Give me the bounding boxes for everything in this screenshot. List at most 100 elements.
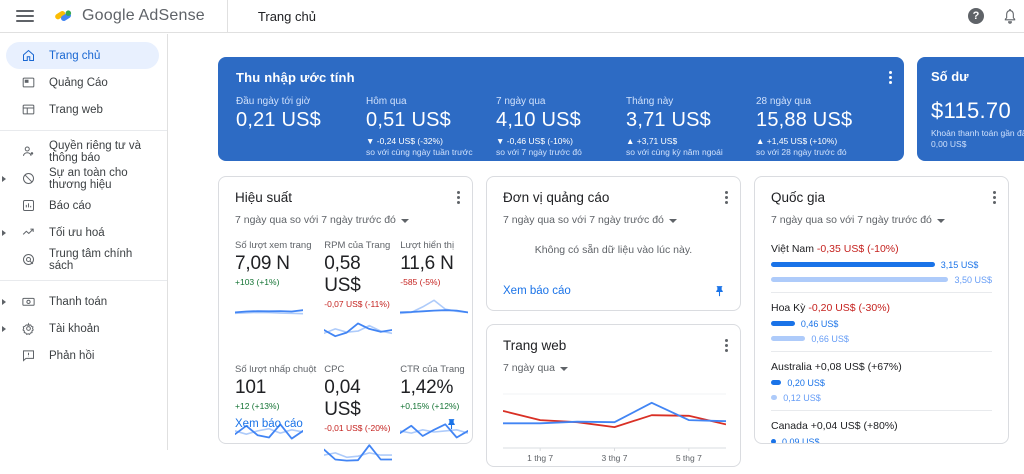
- country-current-value: 0,09 US$: [782, 437, 820, 445]
- ad-units-card: Đơn vị quảng cáo 7 ngày qua so với 7 ngà…: [486, 176, 741, 311]
- country-name-and-change: Việt Nam -0,35 US$ (-10%): [771, 243, 992, 255]
- sidebar-nav: Trang chủ Quảng Cáo Trang web Quyền riêng t…: [0, 34, 168, 450]
- sidebar-item-0[interactable]: Trang chủ: [6, 42, 159, 69]
- pin-icon[interactable]: [445, 418, 458, 431]
- menu-hamburger-icon[interactable]: [16, 10, 34, 22]
- earnings-period-4: 28 ngày qua15,88 US$▲ +1,45 US$ (+10%)so…: [756, 96, 886, 157]
- country-name-and-change: Australia +0,08 US$ (+67%): [771, 361, 992, 373]
- metric-value: 11,6 N: [400, 253, 468, 275]
- ad-units-range-select[interactable]: 7 ngày qua so với 7 ngày trước đó: [503, 214, 677, 226]
- countries-card-title: Quốc gia: [771, 190, 992, 205]
- sidebar-item-label: Trang web: [49, 104, 103, 116]
- ad-units-view-report-link[interactable]: Xem báo cáo: [503, 285, 571, 297]
- country-current-value: 0,46 US$: [801, 319, 839, 329]
- earnings-period-change: ▼ -0,24 US$ (-32%): [366, 136, 496, 146]
- sidebar-item-8[interactable]: Thanh toán: [6, 288, 159, 315]
- sidebar-item-7[interactable]: Trung tâm chính sách: [6, 246, 159, 273]
- brand-safety-icon: [20, 171, 36, 187]
- sidebar-item-6[interactable]: Tối ưu hoá: [6, 219, 159, 246]
- ad-units-empty-message: Không có sẵn dữ liệu vào lúc này.: [503, 244, 724, 256]
- sidebar-item-label: Tài khoản: [49, 323, 100, 335]
- earnings-period-compare: so với cùng kỳ năm ngoái: [626, 147, 756, 157]
- sidebar-divider: [0, 130, 167, 131]
- sites-card-title: Trang web: [503, 338, 724, 353]
- sidebar-item-5[interactable]: Báo cáo: [6, 192, 159, 219]
- earnings-period-compare: so với cùng ngày tuần trước: [366, 147, 496, 157]
- sidebar-item-2[interactable]: Trang web: [6, 96, 159, 123]
- earnings-period-label: Hôm qua: [366, 96, 496, 107]
- optimization-icon: [20, 225, 36, 241]
- performance-view-report-link[interactable]: Xem báo cáo: [235, 418, 303, 430]
- earnings-period-value: 3,71 US$: [626, 109, 756, 132]
- country-current-bar: 0,46 US$: [771, 318, 992, 329]
- earnings-overflow-menu-icon[interactable]: [889, 69, 892, 86]
- performance-metric-1: RPM của Trang0,58 US$-0,07 US$ (-11%): [324, 240, 392, 350]
- country-change: +0,08 US$ (+67%): [815, 361, 902, 373]
- metric-sparkline-chart: [324, 439, 392, 469]
- country-change: +0,04 US$ (+80%): [811, 420, 898, 432]
- countries-card: Quốc gia 7 ngày qua so với 7 ngày trước …: [754, 176, 1009, 444]
- adsense-logo[interactable]: Google AdSense: [52, 6, 205, 26]
- metric-change: +103 (+1%): [235, 277, 316, 287]
- sidebar-item-label: Phản hồi: [49, 350, 94, 362]
- metric-label: RPM của Trang: [324, 240, 392, 251]
- svg-text:3 thg 7: 3 thg 7: [602, 453, 628, 463]
- expand-arrow-icon[interactable]: [2, 176, 6, 182]
- countries-range-select[interactable]: 7 ngày qua so với 7 ngày trước đó: [771, 214, 945, 226]
- expand-arrow-icon[interactable]: [2, 230, 6, 236]
- sidebar-divider: [0, 280, 167, 281]
- performance-card: Hiệu suất 7 ngày qua so với 7 ngày trước…: [218, 176, 473, 444]
- balance-value: $115.70: [931, 98, 1024, 124]
- country-name-and-change: Hoa Kỳ -0,20 US$ (-30%): [771, 302, 992, 314]
- country-previous-value: 0,66 US$: [811, 334, 849, 344]
- performance-overflow-menu-icon[interactable]: [457, 189, 460, 206]
- sites-overflow-menu-icon[interactable]: [725, 337, 728, 354]
- country-row-3: Canada +0,04 US$ (+80%)0,09 US$0,05 US$: [771, 411, 992, 444]
- performance-range-select[interactable]: 7 ngày qua so với 7 ngày trước đó: [235, 214, 409, 226]
- earnings-period-value: 0,21 US$: [236, 109, 366, 132]
- country-current-bar: 0,09 US$: [771, 436, 992, 444]
- notifications-bell-icon[interactable]: [1002, 8, 1018, 25]
- earnings-period-3: Tháng này3,71 US$▲ +3,71 US$so với cùng …: [626, 96, 756, 157]
- sidebar-item-1[interactable]: Quảng Cáo: [6, 69, 159, 96]
- earnings-period-compare: so với 28 ngày trước đó: [756, 147, 886, 157]
- home-icon: [20, 48, 36, 64]
- metric-label: Lượt hiển thị: [400, 240, 468, 251]
- earnings-period-2: 7 ngày qua4,10 US$▼ -0,46 US$ (-10%)so v…: [496, 96, 626, 157]
- countries-range-label: 7 ngày qua so với 7 ngày trước đó: [771, 214, 932, 226]
- policy-icon: [20, 252, 36, 268]
- feedback-icon: [20, 348, 36, 364]
- ad-units-range-label: 7 ngày qua so với 7 ngày trước đó: [503, 214, 664, 226]
- sidebar-item-10[interactable]: Phản hồi: [6, 342, 159, 369]
- earnings-card-title: Thu nhập ước tính: [236, 70, 886, 85]
- logo-text: Google AdSense: [82, 7, 205, 25]
- countries-overflow-menu-icon[interactable]: [993, 189, 996, 206]
- sidebar-item-9[interactable]: Tài khoản: [6, 315, 159, 342]
- sidebar-item-label: Báo cáo: [49, 200, 91, 212]
- sidebar-item-label: Sự an toàn cho thương hiệu: [49, 167, 159, 191]
- earnings-period-compare: so với 7 ngày trước đó: [496, 147, 626, 157]
- country-change: -0,35 US$ (-10%): [817, 243, 899, 255]
- help-icon[interactable]: ?: [968, 8, 984, 24]
- sidebar-item-4[interactable]: Sự an toàn cho thương hiệu: [6, 165, 159, 192]
- main-content: Thu nhập ước tính Đầu ngày tới giờ0,21 U…: [169, 34, 1024, 450]
- country-previous-value: 0,12 US$: [783, 393, 821, 403]
- country-name: Hoa Kỳ: [771, 302, 805, 314]
- expand-arrow-icon[interactable]: [2, 299, 6, 305]
- ad-units-card-title: Đơn vị quảng cáo: [503, 190, 724, 205]
- sidebar-item-label: Trang chủ: [49, 50, 100, 62]
- country-row-1: Hoa Kỳ -0,20 US$ (-30%) 0,46 US$ 0,66 US$: [771, 293, 992, 352]
- ad-units-overflow-menu-icon[interactable]: [725, 189, 728, 206]
- earnings-period-0: Đầu ngày tới giờ0,21 US$: [236, 96, 366, 157]
- sidebar-item-3[interactable]: Quyền riêng tư và thông báo: [6, 138, 159, 165]
- pin-icon[interactable]: [713, 285, 726, 298]
- country-row-0: Việt Nam -0,35 US$ (-10%)3,15 US$3,50 US…: [771, 234, 992, 293]
- earnings-period-value: 4,10 US$: [496, 109, 626, 132]
- sidebar-item-label: Thanh toán: [49, 296, 107, 308]
- sidebar-item-label: Tối ưu hoá: [49, 227, 105, 239]
- privacy-person-icon: [20, 144, 36, 160]
- expand-arrow-icon[interactable]: [2, 326, 6, 332]
- sites-range-select[interactable]: 7 ngày qua: [503, 362, 568, 374]
- metric-change: -0,07 US$ (-11%): [324, 299, 392, 309]
- metric-sparkline-chart: [324, 315, 392, 345]
